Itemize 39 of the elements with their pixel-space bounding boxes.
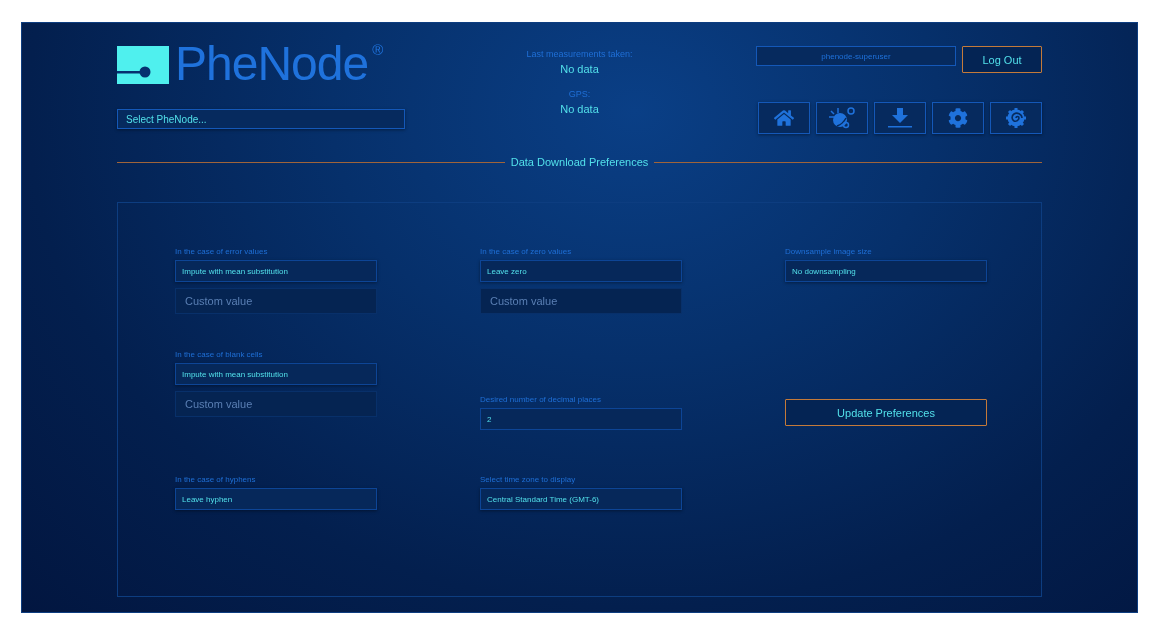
logout-button[interactable]: Log Out [962,46,1042,73]
download-icon [887,108,913,128]
nav-button[interactable] [758,102,810,134]
username-field: phenode-superuser [756,46,956,66]
dropdown[interactable]: Impute with mean substitution [175,363,377,385]
update-preferences-button[interactable]: Update Preferences [785,399,987,426]
field-label: In the case of zero values [480,247,573,256]
nav-button[interactable] [932,102,984,134]
nav-button[interactable] [990,102,1042,134]
logo-text: PheNode [175,41,369,87]
sun-cloud-gear-icon [827,106,857,130]
nav-button[interactable] [816,102,868,134]
dropdown[interactable]: Leave hyphen [175,488,377,510]
field-label: In the case of blank cells [175,350,264,359]
custom-value-field[interactable]: Custom value [175,288,377,314]
field-label: Desired number of decimal places [480,395,602,404]
nav-button[interactable] [874,102,926,134]
field-label: Select time zone to display [480,475,577,484]
home-icon [774,108,794,128]
status-value: No data [560,63,599,75]
dropdown[interactable]: Central Standard Time (GMT-6) [480,488,682,510]
field-label: In the case of hyphens [175,475,257,484]
field-label: Downsample image size [785,247,873,256]
logo-icon [117,46,169,84]
spiral-gear-icon [1005,107,1027,129]
status-label: Last measurements taken: [526,49,633,59]
dropdown[interactable]: Impute with mean substitution [175,260,377,282]
node-select[interactable]: Select PheNode... [117,109,405,129]
field-label: In the case of error values [175,247,269,256]
status-value: No data [560,103,599,115]
status-label: GPS: [568,89,591,99]
custom-value-field[interactable]: Custom value [175,391,377,417]
section-title: Data Download Preferences [510,156,649,168]
dropdown[interactable]: No downsampling [785,260,987,282]
settings-icon [948,108,968,128]
custom-value-field[interactable]: Custom value [480,288,682,314]
dropdown[interactable]: Leave zero [480,260,682,282]
input-field[interactable]: 2 [480,408,682,430]
registered-mark: ® [372,41,384,58]
